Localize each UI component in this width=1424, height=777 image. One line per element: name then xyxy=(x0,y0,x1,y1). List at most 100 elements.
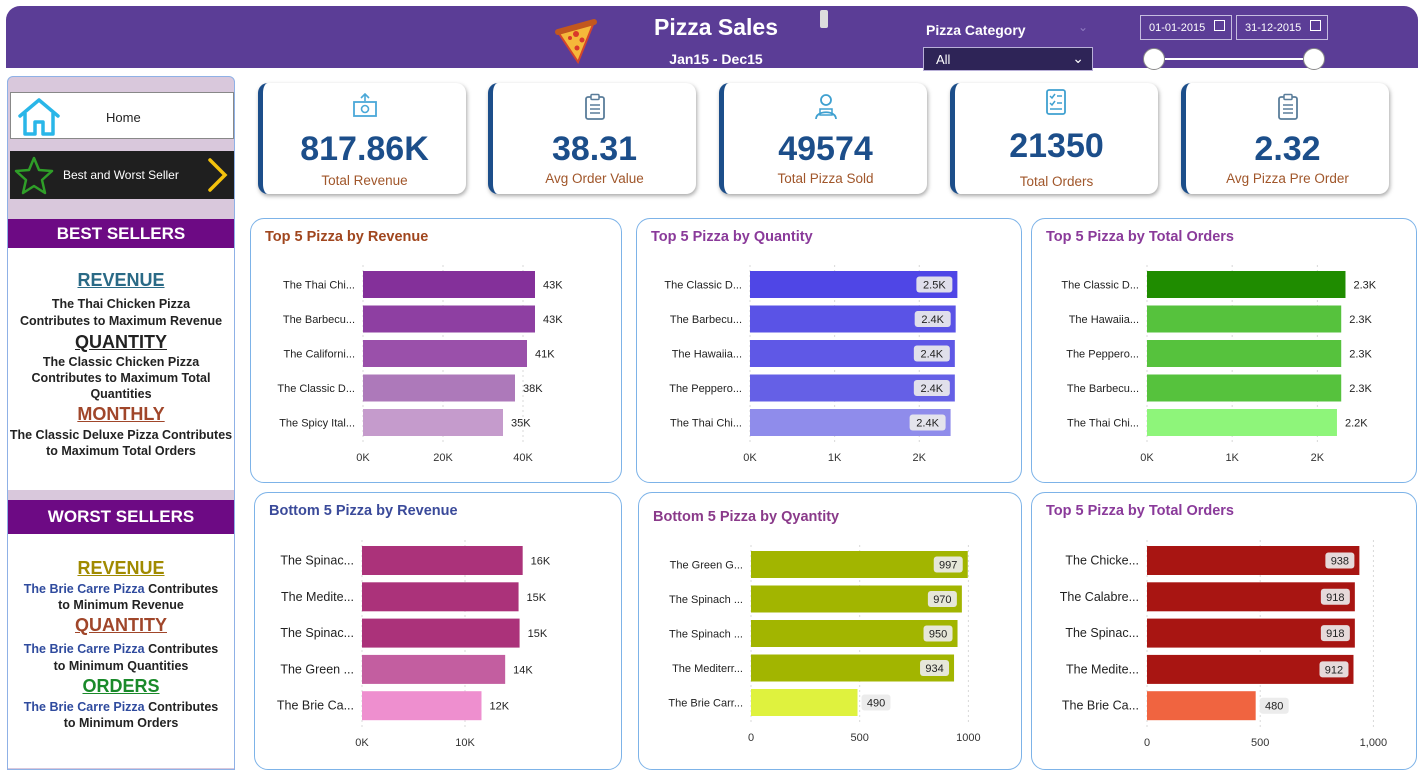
category-selected-value: All xyxy=(936,52,951,67)
chart-card-top-quantity: Top 5 Pizza by Quantity 0K 1K 2K The Classi… xyxy=(636,218,1022,483)
end-date-value: 31-12-2015 xyxy=(1245,22,1302,34)
kpi-label: Avg Pizza Pre Order xyxy=(1226,171,1349,186)
worst-orders-text-2: to Minimum Orders xyxy=(63,716,179,730)
start-date-input[interactable]: 01-01-2015 xyxy=(1140,15,1232,40)
bar[interactable] xyxy=(1147,691,1256,721)
worst-quantity-suffix: Contributes xyxy=(144,642,219,656)
kpi-value: 2.32 xyxy=(1254,130,1321,168)
best-worst-seller-button[interactable]: Best and Worst Seller xyxy=(10,151,234,199)
kpi-avg-pizza-per-order: 2.32 Avg Pizza Pre Order xyxy=(1181,83,1389,194)
x-tick-label: 0K xyxy=(1140,452,1154,464)
page-title: Pizza Sales xyxy=(653,14,779,40)
category-label: The Spinac... xyxy=(1065,626,1139,640)
date-range-slider[interactable] xyxy=(1160,58,1320,60)
worst-quantity-keyword: QUANTITY xyxy=(75,615,167,635)
checklist-icon xyxy=(1045,89,1066,115)
data-label: 2.4K xyxy=(921,349,944,361)
bar[interactable] xyxy=(1147,271,1346,298)
category-label: The Barbecu... xyxy=(283,314,355,326)
bar[interactable] xyxy=(363,340,527,367)
best-quantity-text-2: Contributes to Maximum Total xyxy=(31,371,211,385)
data-label: 2.3K xyxy=(1349,349,1372,361)
worst-sellers-panel: REVENUE The Brie Carre Pizza Contributes… xyxy=(8,534,234,768)
data-label: 15K xyxy=(527,592,547,604)
calendar-icon[interactable] xyxy=(1310,20,1321,31)
money-icon xyxy=(352,93,377,117)
calendar-icon[interactable] xyxy=(1214,20,1225,31)
kpi-avg-order-value: 38.31 Avg Order Value xyxy=(488,83,696,194)
x-tick-label: 2K xyxy=(1311,452,1325,464)
kpi-total-revenue: 817.86K Total Revenue xyxy=(258,83,466,194)
best-monthly-text-2: to Maximum Total Orders xyxy=(46,444,196,458)
home-icon xyxy=(18,98,60,136)
worst-revenue-pizza: The Brie Carre Pizza xyxy=(23,582,145,596)
category-label: The Peppero... xyxy=(1066,349,1139,361)
kpi-total-pizza-sold: 49574 Total Pizza Sold xyxy=(719,83,927,194)
data-label: 480 xyxy=(1265,701,1283,713)
category-label: The Californi... xyxy=(283,349,355,361)
data-label: 938 xyxy=(1331,556,1349,568)
best-worst-seller-label: Best and Worst Seller xyxy=(63,168,179,182)
x-tick-label: 0K xyxy=(355,737,369,749)
x-tick-label: 1K xyxy=(1225,452,1239,464)
bar[interactable] xyxy=(362,654,506,684)
bar[interactable] xyxy=(1147,409,1337,436)
slider-start-handle[interactable] xyxy=(1143,48,1165,70)
worst-revenue-text-2: to Minimum Revenue xyxy=(58,598,184,612)
bar[interactable] xyxy=(363,271,535,298)
kpi-label: Total Pizza Sold xyxy=(777,171,874,186)
x-tick-label: 500 xyxy=(851,732,869,744)
data-label: 35K xyxy=(511,418,531,430)
bar[interactable] xyxy=(363,409,503,436)
home-button[interactable]: Home xyxy=(10,92,234,139)
category-dropdown[interactable]: All ⌄ xyxy=(923,47,1093,71)
chevron-down-icon[interactable]: ⌄ xyxy=(1078,20,1088,34)
worst-orders-keyword: ORDERS xyxy=(82,676,160,696)
x-tick-label: 10K xyxy=(455,737,475,749)
data-label: 2.4K xyxy=(916,418,939,430)
bar[interactable] xyxy=(362,546,523,575)
bar[interactable] xyxy=(751,689,858,716)
category-label: The Green ... xyxy=(280,662,354,676)
best-quantity-text-3: Quantities xyxy=(90,387,152,401)
category-label: The Hawaiia... xyxy=(672,349,742,361)
data-label: 2.4K xyxy=(921,314,944,326)
best-sellers-panel: REVENUE The Thai Chicken Pizza Contribut… xyxy=(8,248,234,490)
category-label: The Classic D... xyxy=(1061,280,1139,292)
worst-orders-suffix: Contributes xyxy=(144,700,219,714)
kpi-label: Total Revenue xyxy=(321,173,408,188)
bar[interactable] xyxy=(363,305,535,333)
chart-card-bottom-orders: Top 5 Pizza by Total Orders 0 500 1,000 The… xyxy=(1031,492,1417,770)
slider-end-handle[interactable] xyxy=(1303,48,1325,70)
category-label: The Spinach ... xyxy=(669,629,743,641)
bar[interactable] xyxy=(362,582,519,612)
data-label: 12K xyxy=(489,701,509,713)
resize-handle[interactable] xyxy=(820,10,828,28)
data-label: 997 xyxy=(939,560,957,572)
worst-revenue-keyword: REVENUE xyxy=(77,558,165,578)
best-revenue-text-1: The Thai Chicken Pizza xyxy=(51,297,191,311)
category-label: The Medite... xyxy=(1066,662,1139,676)
x-tick-label: 20K xyxy=(433,452,453,464)
data-label: 2.3K xyxy=(1353,280,1376,292)
bar[interactable] xyxy=(1147,340,1342,367)
star-icon xyxy=(14,156,54,195)
bar[interactable] xyxy=(1147,374,1342,402)
data-label: 15K xyxy=(528,628,548,640)
data-label: 38K xyxy=(523,383,543,395)
category-label: The Spinac... xyxy=(280,554,354,568)
category-label: The Spinac... xyxy=(280,626,354,640)
bar[interactable] xyxy=(363,374,515,402)
best-quantity-text-1: The Classic Chicken Pizza xyxy=(42,355,200,369)
category-label: The Spicy Ital... xyxy=(279,418,355,430)
data-label: 43K xyxy=(543,314,563,326)
best-quantity-keyword: QUANTITY xyxy=(75,332,167,352)
data-label: 2.3K xyxy=(1349,314,1372,326)
bar[interactable] xyxy=(362,618,520,648)
delivery-icon xyxy=(814,94,837,120)
bar[interactable] xyxy=(362,691,482,721)
x-tick-label: 0 xyxy=(1144,737,1150,749)
kpi-total-orders: 21350 Total Orders xyxy=(950,83,1158,194)
end-date-input[interactable]: 31-12-2015 xyxy=(1236,15,1328,40)
bar[interactable] xyxy=(1147,305,1342,333)
